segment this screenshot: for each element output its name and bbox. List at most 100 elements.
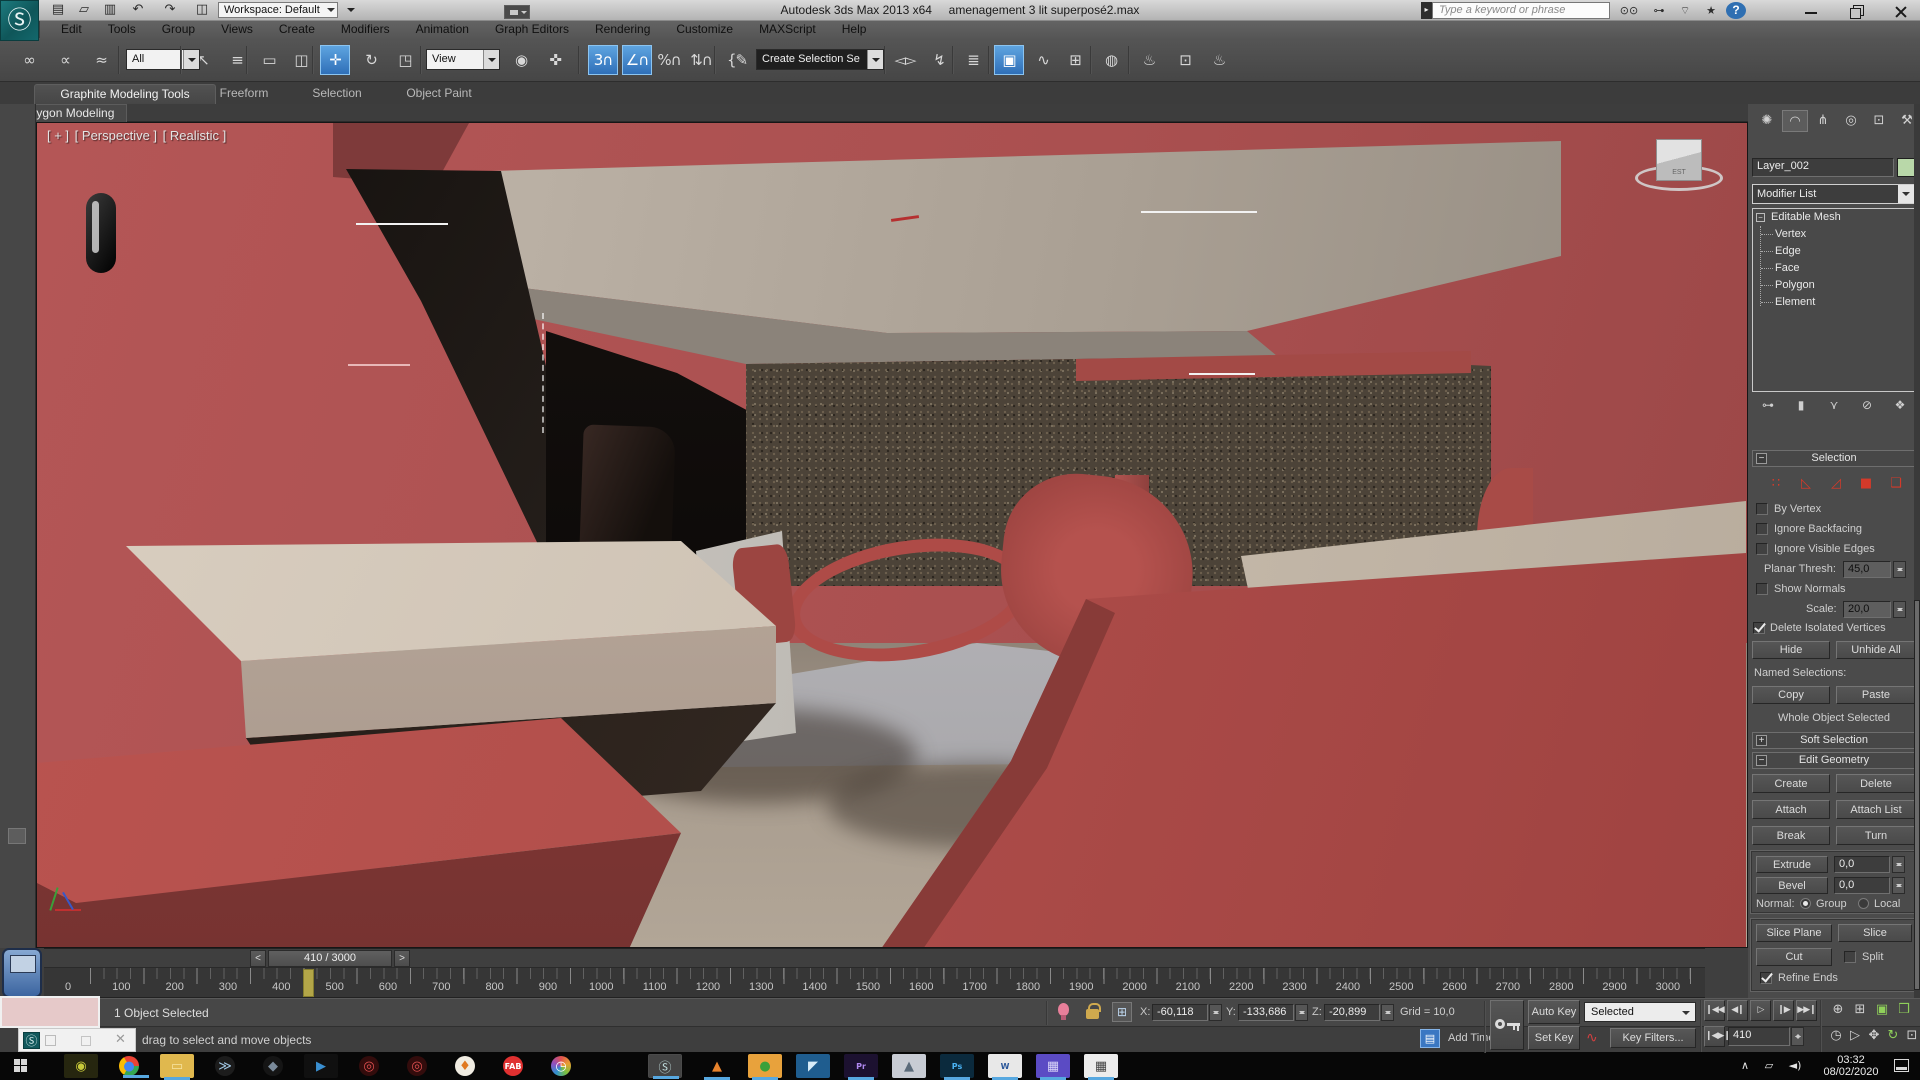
menu-item[interactable]: MAXScript — [746, 21, 829, 38]
select-and-rotate-icon[interactable]: ↻ — [356, 45, 386, 75]
reference-coordinate-dropdown[interactable]: View — [426, 49, 500, 70]
menu-item[interactable]: Group — [149, 21, 208, 38]
taskbar-3dsmax-icon[interactable]: Ⓢ — [648, 1054, 682, 1078]
mini-curve-editor-button[interactable] — [2, 948, 42, 998]
extrude-button[interactable]: Extrude — [1756, 856, 1828, 873]
create-tab-icon[interactable]: ✺ — [1754, 110, 1780, 132]
time-configuration-icon[interactable]: ◷ — [1826, 1026, 1846, 1047]
taskbar-chrome-icon[interactable]: ● — [119, 1056, 139, 1076]
current-frame-marker[interactable] — [303, 969, 314, 997]
hierarchy-tab-icon[interactable]: ⋔ — [1810, 110, 1836, 132]
selection-lock-icon[interactable] — [1086, 1009, 1099, 1019]
element-subobject-icon[interactable]: ❑ — [1884, 474, 1908, 494]
vertex-subobject-icon[interactable]: ∷ — [1764, 474, 1788, 494]
next-frame-button[interactable]: > — [394, 950, 410, 967]
y-coordinate-field[interactable]: -133,686 — [1238, 1004, 1294, 1021]
go-to-end-icon[interactable]: ▶▶❙ — [1796, 1000, 1817, 1021]
ribbon-tab[interactable]: Graphite Modeling Tools — [34, 84, 216, 104]
attach-button[interactable]: Attach — [1752, 800, 1830, 819]
pin-stack-icon[interactable]: ⊶ — [1756, 396, 1780, 416]
redo-icon[interactable]: ↷ — [158, 1, 182, 19]
ignore-visible-edges-checkbox[interactable] — [1756, 543, 1768, 555]
minimize-button[interactable] — [1794, 0, 1828, 20]
break-button[interactable]: Break — [1752, 826, 1830, 845]
normal-local-radio[interactable] — [1858, 898, 1869, 909]
polygon-subobject-icon[interactable]: ■ — [1854, 474, 1878, 494]
undo-icon[interactable]: ↶ — [126, 1, 150, 19]
walk-through-icon[interactable]: ▷ — [1845, 1026, 1865, 1047]
material-editor-icon[interactable]: ◍ — [1096, 45, 1126, 75]
bind-to-space-warp-icon[interactable]: ≈ — [86, 45, 116, 75]
menu-item[interactable]: Views — [208, 21, 266, 38]
motion-tab-icon[interactable]: ◎ — [1838, 110, 1864, 132]
extrude-spinner[interactable] — [1892, 856, 1905, 873]
percent-snap-toggle-icon[interactable]: %∩ — [654, 45, 684, 75]
edit-named-selection-sets-icon[interactable]: {✎ — [722, 45, 752, 75]
unhide-all-button[interactable]: Unhide All — [1836, 641, 1916, 659]
taskbar-word-icon[interactable]: W — [988, 1054, 1022, 1078]
delete-isolated-vertices-checkbox[interactable] — [1753, 622, 1765, 634]
split-checkbox[interactable] — [1844, 951, 1856, 963]
chevron-down-icon[interactable] — [867, 50, 883, 69]
viewport-menu-plus[interactable]: [ + ] — [47, 128, 69, 143]
show-end-result-icon[interactable]: ▮ — [1789, 396, 1813, 416]
tray-volume-icon[interactable]: ◄) — [1784, 1058, 1806, 1076]
menu-item[interactable]: Edit — [48, 21, 95, 38]
tray-tablet-icon[interactable]: ▱ — [1758, 1058, 1780, 1076]
menu-item[interactable]: Help — [829, 21, 880, 38]
edge-subobject-icon[interactable]: ◺ — [1794, 474, 1818, 494]
key-mode-toggle-icon[interactable]: ❙◀▶❙ — [1704, 1026, 1725, 1047]
quick-access-more-button[interactable] — [344, 4, 358, 16]
modifier-stack-item[interactable]: −Face — [1753, 260, 1915, 277]
menu-item[interactable]: Modifiers — [328, 21, 403, 38]
rendered-frame-window-icon[interactable]: ⊡ — [1170, 45, 1200, 75]
application-menu-button[interactable]: Ⓢ — [0, 0, 39, 41]
copy-button[interactable]: Copy — [1752, 686, 1830, 704]
taskbar-vlc-icon[interactable]: ▲ — [700, 1054, 734, 1078]
taskbar-explorer-icon[interactable]: ▭ — [160, 1054, 194, 1078]
menu-item[interactable]: Create — [266, 21, 328, 38]
workspace-dropdown[interactable]: Workspace: Default — [218, 2, 338, 18]
ribbon-tab[interactable]: Freeform — [208, 84, 280, 104]
modifier-stack-item[interactable]: −Edge — [1753, 243, 1915, 260]
ribbon-tab[interactable]: Object Paint — [394, 84, 484, 104]
play-animation-icon[interactable]: ▷ — [1750, 1000, 1771, 1021]
modifier-stack[interactable]: −Editable Mesh−Vertex−Edge−Face−Polygon−… — [1752, 208, 1916, 392]
taskbar-photoshop-icon[interactable]: Ps — [940, 1054, 974, 1078]
face-subobject-icon[interactable]: ◿ — [1824, 474, 1848, 494]
menu-item[interactable]: Graph Editors — [482, 21, 582, 38]
use-pivot-point-center-icon[interactable]: ◉ — [506, 45, 536, 75]
taskbar-color-wheel-icon[interactable]: ◷ — [551, 1056, 571, 1076]
select-and-scale-icon[interactable]: ◳ — [390, 45, 420, 75]
taskbar-premiere-icon[interactable]: Pr — [844, 1054, 878, 1078]
tray-hidden-icons-icon[interactable]: ∧ — [1734, 1058, 1756, 1076]
normal-group-radio[interactable] — [1800, 898, 1811, 909]
chevron-down-icon[interactable] — [1898, 185, 1915, 203]
modify-tab-icon[interactable]: ◠ — [1782, 110, 1808, 132]
taskbar-video-player-icon[interactable]: ▶ — [304, 1054, 338, 1078]
z-coordinate-field[interactable]: -20,899 — [1324, 1004, 1380, 1021]
refine-ends-checkbox[interactable] — [1760, 972, 1772, 984]
selection-filter-dropdown[interactable]: All — [126, 49, 200, 70]
chevron-down-icon[interactable] — [483, 50, 499, 69]
command-panel-scrollbar[interactable] — [1914, 104, 1920, 998]
create-button[interactable]: Create — [1752, 774, 1830, 793]
scrollbar-thumb[interactable] — [1914, 600, 1920, 990]
modifier-stack-item[interactable]: −Vertex — [1753, 226, 1915, 243]
soft-selection-rollout-header[interactable]: +Soft Selection — [1752, 732, 1916, 749]
previous-frame-icon[interactable]: ◀❙ — [1727, 1000, 1748, 1021]
frame-spinner[interactable] — [1791, 1027, 1804, 1046]
slice-button[interactable]: Slice — [1838, 924, 1912, 942]
taskbar-purple-app-icon[interactable]: ▦ — [1036, 1054, 1070, 1078]
select-and-manipulate-icon[interactable]: ✜ — [540, 45, 570, 75]
cut-button[interactable]: Cut — [1756, 948, 1832, 966]
planar-thresh-field[interactable]: 45,0 — [1843, 561, 1891, 578]
mini-close-icon[interactable]: ✕ — [115, 1031, 126, 1047]
close-button[interactable] — [1884, 0, 1918, 20]
key-filters-button[interactable]: Key Filters... — [1610, 1028, 1696, 1048]
add-time-tag-icon[interactable]: ▤ — [1420, 1029, 1440, 1048]
new-file-icon[interactable]: ▤ — [46, 1, 70, 19]
zoom-extents-icon[interactable]: ▣ — [1872, 1000, 1892, 1021]
previous-frame-button[interactable]: < — [250, 950, 266, 967]
menu-item[interactable]: Customize — [663, 21, 746, 38]
